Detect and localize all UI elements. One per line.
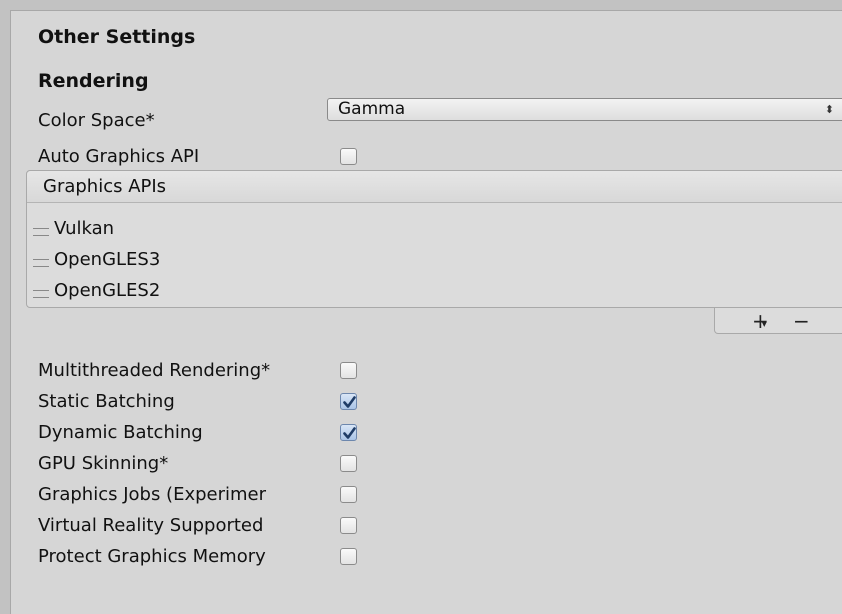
list-item[interactable]: Vulkan (27, 218, 842, 248)
auto-graphics-api-checkbox[interactable] (340, 148, 357, 165)
checkmark-icon (343, 427, 356, 439)
toggle-label: Graphics Jobs (Experimer (38, 484, 267, 505)
toggle-checkbox[interactable] (340, 455, 357, 472)
color-space-label: Color Space* (38, 110, 155, 131)
toggle-label: Static Batching (38, 391, 175, 412)
section-title: Other Settings (38, 26, 196, 48)
toggle-checkbox[interactable] (340, 548, 357, 565)
list-footer: + ▾ − (714, 308, 842, 334)
graphics-apis-header-label: Graphics APIs (43, 176, 167, 197)
toggle-label: Dynamic Batching (38, 422, 203, 443)
dropdown-caret-icon: ▾ (762, 320, 767, 330)
remove-item-button[interactable]: − (793, 309, 810, 333)
list-item-label: OpenGLES2 (54, 280, 161, 301)
toggle-checkbox[interactable] (340, 393, 357, 410)
toggle-checkbox[interactable] (340, 424, 357, 441)
dropdown-arrow-icon: ⬍ (824, 103, 834, 116)
graphics-apis-header: Graphics APIs (27, 171, 842, 203)
checkmark-icon (343, 396, 356, 408)
list-item-label: Vulkan (54, 218, 115, 239)
list-item[interactable]: OpenGLES2 (27, 280, 842, 310)
color-space-dropdown[interactable]: Gamma ⬍ (327, 98, 842, 121)
toggle-label: Virtual Reality Supported (38, 515, 264, 536)
toggle-checkbox[interactable] (340, 362, 357, 379)
list-item-label: OpenGLES3 (54, 249, 161, 270)
list-item[interactable]: OpenGLES3 (27, 249, 842, 279)
drag-handle-icon[interactable] (33, 259, 49, 267)
toggle-checkbox[interactable] (340, 517, 357, 534)
drag-handle-icon[interactable] (33, 228, 49, 236)
rendering-heading: Rendering (38, 70, 149, 92)
auto-graphics-api-label: Auto Graphics API (38, 146, 200, 167)
toggle-checkbox[interactable] (340, 486, 357, 503)
graphics-apis-list: Graphics APIs Vulkan OpenGLES3 OpenGLES2 (26, 170, 842, 308)
drag-handle-icon[interactable] (33, 290, 49, 298)
toggle-label: Protect Graphics Memory (38, 546, 266, 567)
color-space-value: Gamma (338, 99, 406, 119)
toggle-label: GPU Skinning* (38, 453, 169, 474)
toggle-label: Multithreaded Rendering* (38, 360, 271, 381)
